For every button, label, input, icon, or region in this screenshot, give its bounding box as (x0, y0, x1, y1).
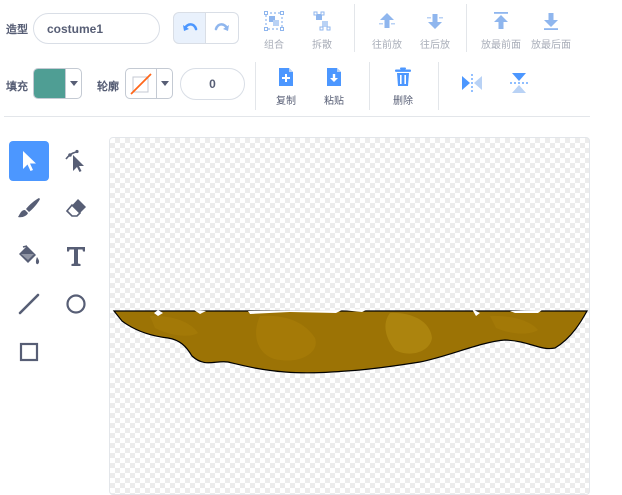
paste-label: 粘贴 (324, 96, 344, 107)
paint-bucket-icon (19, 245, 40, 265)
outline-width-value: 0 (209, 77, 216, 91)
ungroup-button[interactable]: 拆散 (297, 10, 347, 51)
outline-swatch (126, 69, 156, 98)
paint-canvas[interactable] (109, 137, 590, 495)
eraser-tool[interactable] (56, 188, 96, 228)
chevron-down-icon (69, 81, 78, 86)
toolbar-divider (466, 4, 467, 52)
circle-icon (66, 294, 86, 314)
fill-swatch (34, 69, 66, 98)
brush-tool[interactable] (9, 188, 49, 228)
toolbar-bottom-divider (4, 116, 590, 117)
rectangle-tool[interactable] (9, 332, 49, 372)
arrow-up-icon (379, 13, 395, 28)
forward-label: 往前放 (372, 40, 402, 51)
group-icon (264, 11, 284, 31)
group-label: 组合 (264, 40, 284, 51)
copy-button[interactable]: 复制 (261, 66, 311, 107)
ungroup-label: 拆散 (312, 40, 332, 51)
send-to-back-label: 放最后面 (531, 40, 571, 51)
toolbar-divider (369, 62, 370, 110)
toolbar-divider (354, 4, 355, 52)
fill-label: 填充 (6, 80, 28, 93)
outline-dropdown[interactable] (156, 69, 172, 98)
undo-redo-group (173, 12, 239, 44)
group-button[interactable]: 组合 (249, 10, 299, 51)
outline-label: 轮廓 (97, 80, 119, 93)
arrow-cursor-icon (23, 151, 36, 171)
reshape-cursor-icon (65, 149, 84, 172)
redo-button[interactable] (206, 12, 239, 44)
paste-icon (327, 68, 341, 86)
brush-icon (18, 198, 40, 218)
delete-label: 删除 (393, 96, 413, 107)
costume-label: 造型 (6, 23, 28, 36)
copy-icon (279, 68, 293, 86)
ungroup-icon (313, 11, 331, 31)
rectangle-icon (19, 342, 39, 362)
flip-vertical-icon (510, 73, 528, 93)
fill-color-picker[interactable] (33, 68, 82, 99)
arrow-to-bottom-icon (544, 13, 558, 30)
arrow-down-icon (427, 14, 443, 29)
outline-width-input[interactable]: 0 (180, 68, 245, 100)
undo-icon (182, 23, 197, 31)
bring-to-front-button[interactable]: 放最前面 (476, 10, 526, 51)
no-color-icon (130, 72, 152, 95)
backward-label: 往后放 (420, 40, 450, 51)
select-tool[interactable] (9, 141, 49, 181)
outline-color-picker[interactable] (125, 68, 173, 99)
send-to-back-button[interactable]: 放最后面 (526, 10, 576, 51)
flip-horizontal-button[interactable] (447, 72, 497, 94)
ground-shape[interactable] (110, 138, 590, 495)
circle-tool[interactable] (56, 284, 96, 324)
flip-horizontal-icon (462, 74, 482, 92)
bring-to-front-label: 放最前面 (481, 40, 521, 51)
chevron-down-icon (160, 81, 169, 86)
line-icon (18, 293, 40, 315)
text-T-icon (67, 247, 85, 266)
redo-icon (214, 23, 229, 31)
flip-vertical-button[interactable] (494, 72, 544, 94)
fill-dropdown[interactable] (65, 69, 81, 98)
text-tool[interactable] (56, 236, 96, 276)
line-tool[interactable] (9, 284, 49, 324)
delete-button[interactable]: 删除 (378, 66, 428, 107)
copy-label: 复制 (276, 96, 296, 107)
reshape-tool[interactable] (56, 141, 96, 181)
costume-name-value: costume1 (47, 21, 104, 36)
arrow-to-top-icon (494, 12, 508, 29)
toolbar-divider (438, 62, 439, 110)
fill-tool[interactable] (9, 236, 49, 276)
eraser-icon (65, 199, 86, 217)
trash-icon (395, 67, 411, 86)
undo-button[interactable] (173, 12, 206, 44)
costume-name-input[interactable]: costume1 (33, 13, 160, 44)
paste-button[interactable]: 粘贴 (309, 66, 359, 107)
toolbar-divider (255, 62, 256, 110)
backward-button[interactable]: 往后放 (410, 10, 460, 51)
forward-button[interactable]: 往前放 (362, 10, 412, 51)
